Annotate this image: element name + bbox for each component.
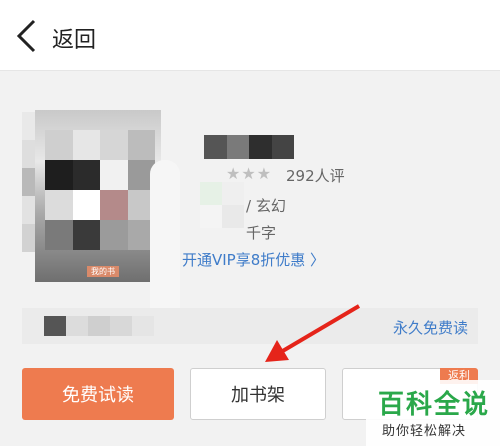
watermark-title: 百科全说 (378, 390, 491, 420)
cover-mosaic (45, 130, 155, 250)
free-read-bar[interactable]: 永久免费读 (22, 308, 478, 344)
free-strip-mosaic (44, 316, 154, 336)
word-count: 千字 (246, 224, 277, 242)
vip-discount-link[interactable]: 开通VIP享8折优惠 〉 (182, 249, 325, 270)
back-button-label[interactable]: 返回 (52, 22, 96, 54)
book-genre: / 玄幻 (246, 197, 286, 215)
free-trial-button[interactable]: 免费试读 (22, 368, 174, 420)
cover-badge: 我的书 (87, 266, 119, 277)
top-bar: 返回 (0, 0, 500, 71)
rating-count[interactable]: 292人评 (286, 165, 345, 186)
book-cover-image[interactable]: 我的书 (35, 110, 161, 282)
back-arrow-icon[interactable] (14, 18, 40, 54)
rating-stars-icon: ★★★ (226, 164, 273, 183)
author-mosaic (200, 182, 244, 228)
watermark-subtitle: 助你轻松解决 (382, 424, 467, 439)
watermark-logo: 百科全说 助你轻松解决 (366, 380, 500, 446)
blur-shape (150, 160, 180, 330)
annotation-arrow-icon (265, 304, 361, 362)
add-to-shelf-button[interactable]: 加书架 (190, 368, 326, 420)
free-forever-label[interactable]: 永久免费读 (393, 317, 468, 338)
title-mosaic (204, 135, 294, 159)
